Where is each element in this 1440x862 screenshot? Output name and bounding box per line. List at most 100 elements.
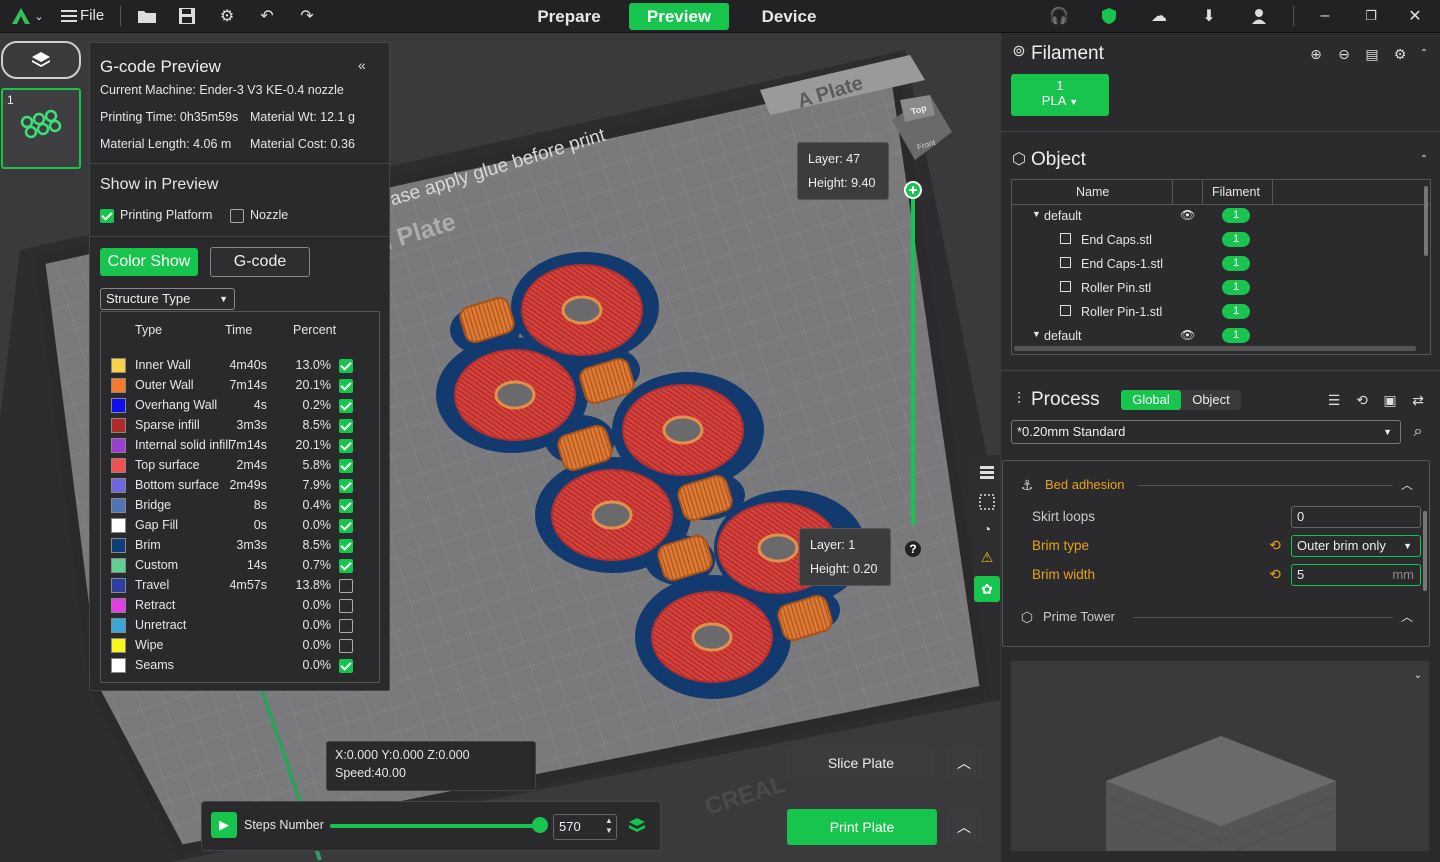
expand-arrow-icon[interactable]: ▼ [1032, 209, 1041, 219]
select-box-icon[interactable] [978, 493, 996, 511]
legend-visibility-checkbox[interactable] [339, 379, 353, 393]
search-icon[interactable]: ⌕ [1409, 423, 1427, 441]
gcode-button[interactable]: G-code [210, 247, 310, 277]
structure-type-select[interactable]: Structure Type ▼ [100, 288, 235, 310]
print-options-chevron-icon[interactable]: ︿ [947, 809, 981, 845]
cloud-upload-icon[interactable]: ☁ [1148, 5, 1170, 27]
legend-visibility-checkbox[interactable] [339, 599, 353, 613]
tab-prepare[interactable]: Prepare [520, 3, 618, 30]
tab-device[interactable]: Device [740, 3, 838, 30]
legend-visibility-checkbox[interactable] [339, 559, 353, 573]
headset-icon[interactable]: 🎧 [1048, 5, 1070, 27]
filament-badge[interactable]: 1 [1222, 256, 1250, 271]
filament-badge[interactable]: 1 [1222, 328, 1250, 343]
tab-preview[interactable]: Preview [629, 3, 729, 30]
tab-object[interactable]: Object [1181, 390, 1241, 410]
close-icon[interactable]: ✕ [1404, 5, 1426, 27]
warning-icon[interactable]: ⚠ [978, 549, 996, 567]
settings-gear-icon[interactable]: ⚙ [216, 5, 238, 27]
remove-filament-icon[interactable]: ⊖ [1335, 45, 1353, 63]
visibility-eye-icon[interactable]: 👁 [1180, 328, 1195, 342]
menu-icon[interactable] [58, 5, 80, 27]
tree-h-scrollbar[interactable] [1014, 346, 1416, 351]
app-logo-icon[interactable] [10, 5, 32, 27]
save-icon[interactable] [176, 5, 198, 27]
object-part-row[interactable]: End Caps-1.stl 1 [1012, 252, 1422, 276]
color-scheme-icon[interactable]: ✿ [974, 576, 1000, 602]
legend-visibility-checkbox[interactable] [339, 539, 353, 553]
filament-settings-icon[interactable]: ⚙ [1391, 45, 1409, 63]
object-group-row[interactable]: ▼ default 👁 1 [1012, 204, 1422, 228]
settings-scrollbar[interactable] [1423, 511, 1427, 591]
stack-layers-icon[interactable] [628, 816, 646, 834]
layers-view-icon[interactable] [978, 463, 996, 481]
list-icon[interactable]: ☰ [1325, 391, 1343, 409]
steps-slider-track[interactable] [330, 817, 548, 833]
collapse-object-icon[interactable]: ⌃ [1415, 151, 1433, 169]
object-part-row[interactable]: End Caps.stl 1 [1012, 228, 1422, 252]
legend-visibility-checkbox[interactable] [339, 579, 353, 593]
legend-visibility-checkbox[interactable] [339, 479, 353, 493]
expand-preview-icon[interactable]: ⌄ [1409, 667, 1427, 685]
reset-brim-type-icon[interactable]: ⟲ [1266, 536, 1284, 554]
collapse-panel-icon[interactable]: « [358, 57, 366, 73]
legend-visibility-checkbox[interactable] [339, 399, 353, 413]
legend-visibility-checkbox[interactable] [339, 659, 353, 673]
collapse-filament-icon[interactable]: ⌃ [1415, 45, 1433, 63]
compare-icon[interactable]: ⇄ [1409, 391, 1427, 409]
slice-plate-button[interactable]: Slice Plate [787, 746, 935, 780]
restore-icon[interactable]: ❐ [1360, 5, 1382, 27]
object-part-row[interactable]: Roller Pin-1.stl 1 [1012, 300, 1422, 324]
filament-slot-1[interactable]: 1 PLA ▼ [1011, 74, 1109, 116]
edit-filament-icon[interactable]: ▤ [1363, 45, 1381, 63]
legend-visibility-checkbox[interactable] [339, 619, 353, 633]
legend-visibility-checkbox[interactable] [339, 419, 353, 433]
expand-arrow-icon[interactable]: ▼ [1032, 329, 1041, 339]
file-menu[interactable]: File [80, 7, 104, 24]
filament-badge[interactable]: 1 [1222, 232, 1250, 247]
help-icon[interactable]: ? [905, 541, 921, 557]
filament-badge[interactable]: 1 [1222, 280, 1250, 295]
legend-visibility-checkbox[interactable] [339, 499, 353, 513]
download-icon[interactable]: ⬇ [1198, 5, 1220, 27]
minimize-icon[interactable]: – [1314, 5, 1336, 27]
tab-global[interactable]: Global [1121, 390, 1181, 410]
stepper-arrows-icon[interactable]: ▲ ▼ [605, 816, 613, 836]
process-preset-select[interactable]: *0.20mm Standard ▼ [1011, 420, 1401, 444]
skirt-loops-input[interactable]: 0 [1291, 506, 1421, 528]
plate-thumbnail[interactable]: 1 [1, 88, 81, 169]
filament-badge[interactable]: 1 [1222, 208, 1250, 223]
redo-icon[interactable]: ↷ [296, 5, 318, 27]
shield-icon[interactable] [1098, 5, 1120, 27]
play-icon[interactable]: ▶ [211, 812, 237, 838]
collapse-prime-tower-icon[interactable]: ︿ [1398, 608, 1416, 626]
filament-badge[interactable]: 1 [1222, 304, 1250, 319]
brim-width-input[interactable]: 5 mm [1291, 564, 1421, 586]
legend-visibility-checkbox[interactable] [339, 639, 353, 653]
steps-slider-handle[interactable] [532, 817, 548, 833]
reset-icon[interactable]: ⟲ [1353, 391, 1371, 409]
legend-visibility-checkbox[interactable] [339, 439, 353, 453]
tree-v-scrollbar[interactable] [1424, 186, 1428, 256]
object-part-row[interactable]: Roller Pin.stl 1 [1012, 276, 1422, 300]
reset-brim-width-icon[interactable]: ⟲ [1266, 565, 1284, 583]
save-preset-icon[interactable]: ▣ [1381, 391, 1399, 409]
visibility-eye-icon[interactable]: 👁 [1180, 208, 1195, 222]
plate-list-toggle[interactable] [1, 41, 81, 79]
chevron-down-icon[interactable]: ⌄ [32, 5, 46, 27]
collapse-section-icon[interactable]: ︿ [1398, 476, 1416, 494]
gauge-icon[interactable]: ◔ [978, 521, 996, 539]
legend-visibility-checkbox[interactable] [339, 359, 353, 373]
undo-icon[interactable]: ↶ [256, 5, 278, 27]
printing-platform-checkbox[interactable] [100, 209, 114, 223]
color-show-button[interactable]: Color Show [100, 248, 198, 276]
brim-type-select[interactable]: Outer brim only ▼ [1291, 535, 1421, 557]
nozzle-checkbox[interactable] [230, 209, 244, 223]
print-plate-button[interactable]: Print Plate [787, 809, 937, 845]
legend-visibility-checkbox[interactable] [339, 459, 353, 473]
legend-visibility-checkbox[interactable] [339, 519, 353, 533]
object-group-row[interactable]: ▼ default 👁 1 [1012, 324, 1422, 348]
add-filament-icon[interactable]: ⊕ [1307, 45, 1325, 63]
user-avatar-icon[interactable] [1248, 5, 1270, 27]
open-folder-icon[interactable] [136, 5, 158, 27]
